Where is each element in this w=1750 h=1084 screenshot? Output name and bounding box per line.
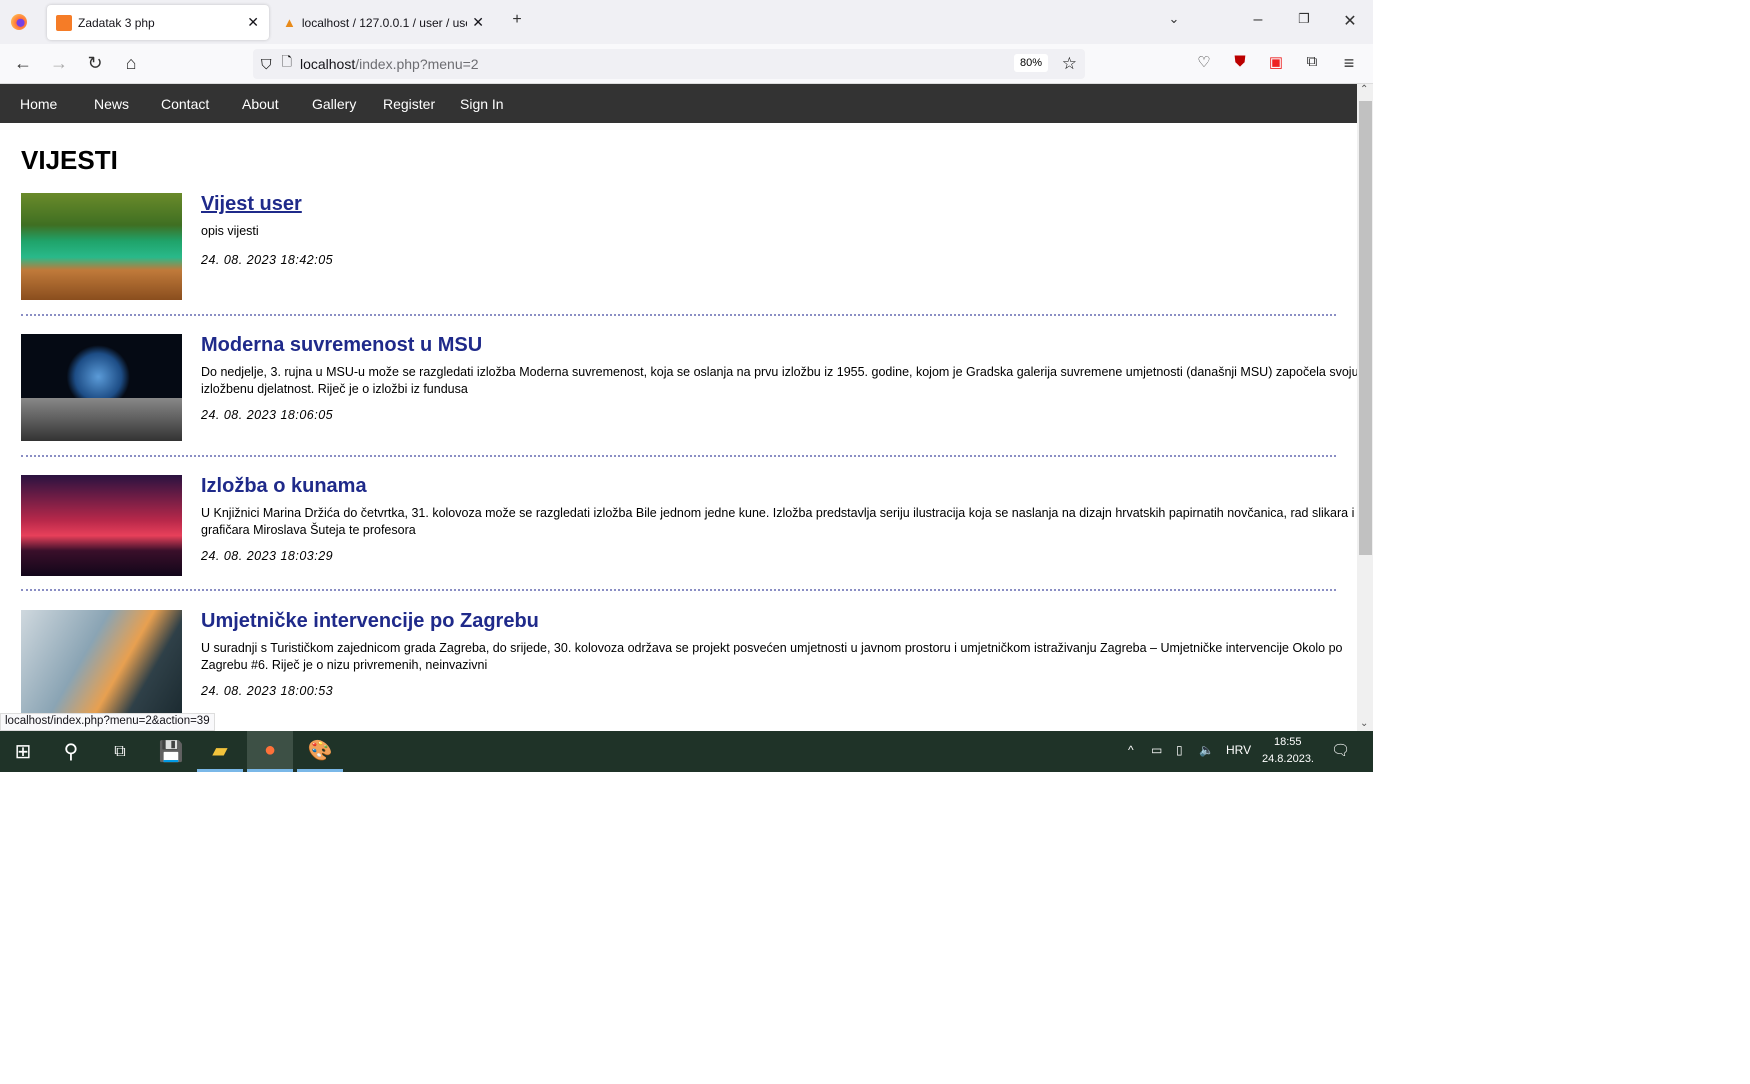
clock-time[interactable]: 18:55 [1274,736,1302,748]
nav-news[interactable]: News [94,96,129,112]
start-windows-icon[interactable]: ⊞ [0,731,46,772]
restore-icon[interactable]: ❐ [1293,11,1315,27]
tab-title: localhost / 127.0.0.1 / user / use [301,15,467,30]
url-bar[interactable]: ⛉ 🗋 localhost/index.php?menu=2 80% ☆ [253,49,1085,79]
zoom-level[interactable]: 80% [1013,54,1048,72]
news-image[interactable] [21,610,182,717]
xampp-icon [56,14,72,31]
paint-icon[interactable]: 🎨 [297,731,343,772]
page-content: VIJESTI Vijest user opis vijesti 24. 08.… [0,123,1357,731]
url-host: localhost [299,56,356,72]
nav-home[interactable]: Home [20,96,57,112]
camera-icon[interactable]: ▯ [1176,743,1183,757]
divider [21,455,1336,457]
back-icon[interactable]: ← [12,53,34,74]
news-date: 24. 08. 2023 18:42:05 [201,253,334,267]
news-title-link[interactable]: Vijest user [201,193,302,216]
tab-bar: Zadatak 3 php ✕ ▲ localhost / 127.0.0.1 … [0,0,1373,44]
divider [21,314,1336,316]
news-title-link[interactable]: Izložba o kunama [201,475,367,498]
language-indicator[interactable]: HRV [1226,743,1251,757]
tab-phpmyadmin[interactable]: ▲ localhost / 127.0.0.1 / user / use ✕ [280,5,490,40]
minimize-icon[interactable]: – [1247,11,1269,29]
new-tab-icon[interactable]: + [506,11,528,29]
tray-chevron-icon[interactable]: ^ [1128,743,1134,757]
scroll-down-icon[interactable]: ⌄ [1360,718,1368,729]
forward-icon[interactable]: → [48,53,70,74]
divider [21,589,1336,591]
taskbar: ⊞ ⚲ ⧉ 💾 ▰ ● 🎨 ^ ▭ ▯ 🔈 HRV 18:55 24.8.202… [0,731,1373,772]
news-image[interactable] [21,193,182,300]
clock-date[interactable]: 24.8.2023. [1262,753,1314,765]
shield-icon[interactable]: ⛉ [261,56,272,73]
bookmark-star-icon[interactable]: ☆ [1062,54,1077,74]
scroll-up-icon[interactable]: ⌃ [1360,84,1368,95]
news-title-link[interactable]: Umjetničke intervencije po Zagrebu [201,610,539,633]
tab-title: Zadatak 3 php [78,15,155,30]
extensions-icon[interactable]: ⧉ [1301,53,1323,70]
phpmyadmin-icon: ▲ [283,15,296,30]
battery-icon[interactable]: ▭ [1151,743,1162,757]
notifications-icon[interactable]: 🗨 [1331,741,1350,759]
task-view-icon[interactable]: ⧉ [97,731,143,772]
news-image[interactable] [21,475,182,576]
status-bar-url: localhost/index.php?menu=2&action=39 [0,713,215,731]
save-app-icon[interactable]: 💾 [148,731,194,772]
nav-sign-in[interactable]: Sign In [460,96,504,112]
scrollbar[interactable]: ⌃ ⌄ [1357,84,1373,731]
nav-about[interactable]: About [242,96,279,112]
url-path: /index.php?menu=2 [355,56,479,72]
home-icon[interactable]: ⌂ [120,53,142,74]
firefox-taskbar-icon[interactable]: ● [247,731,293,772]
file-explorer-icon[interactable]: ▰ [197,731,243,772]
volume-icon[interactable]: 🔈 [1199,743,1214,757]
news-image[interactable] [21,334,182,441]
menu-icon[interactable]: ≡ [1338,53,1360,74]
screen: Zadatak 3 php ✕ ▲ localhost / 127.0.0.1 … [0,0,1373,772]
close-tab-icon[interactable]: ✕ [472,14,484,31]
nav-register[interactable]: Register [383,96,435,112]
news-description: opis vijesti [201,224,259,238]
search-icon[interactable]: ⚲ [48,731,94,772]
close-window-icon[interactable]: ✕ [1339,11,1361,31]
news-date: 24. 08. 2023 18:06:05 [201,408,334,422]
nav-contact[interactable]: Contact [161,96,209,112]
nav-gallery[interactable]: Gallery [312,96,356,112]
news-description: U suradnji s Turističkom zajednicom grad… [201,641,1343,672]
nav-toolbar: ← → ↻ ⌂ ⛉ 🗋 localhost/index.php?menu=2 8… [0,44,1373,84]
news-date: 24. 08. 2023 18:03:29 [201,549,334,563]
list-tabs-icon[interactable]: ⌄ [1163,11,1185,27]
page-title: VIJESTI [21,145,118,175]
page-icon: 🗋 [281,54,292,69]
tab-zadatak[interactable]: Zadatak 3 php ✕ [47,5,269,40]
firefox-icon[interactable] [11,14,27,30]
reload-icon[interactable]: ↻ [84,53,106,74]
scrollbar-thumb[interactable] [1359,101,1372,555]
ublock-icon[interactable]: ⛊ [1229,53,1251,70]
site-nav: Home News Contact About Gallery Register… [0,84,1357,123]
news-description: Do nedjelje, 3. rujna u MSU-u može se ra… [201,365,1357,396]
news-title-link[interactable]: Moderna suvremenost u MSU [201,334,482,357]
news-description: U Knjižnici Marina Držića do četvrtka, 3… [201,506,1355,537]
extension-red-icon[interactable]: ▣ [1265,53,1287,71]
close-tab-icon[interactable]: ✕ [247,14,259,31]
news-date: 24. 08. 2023 18:00:53 [201,684,334,698]
pocket-icon[interactable]: ♡ [1193,53,1215,71]
